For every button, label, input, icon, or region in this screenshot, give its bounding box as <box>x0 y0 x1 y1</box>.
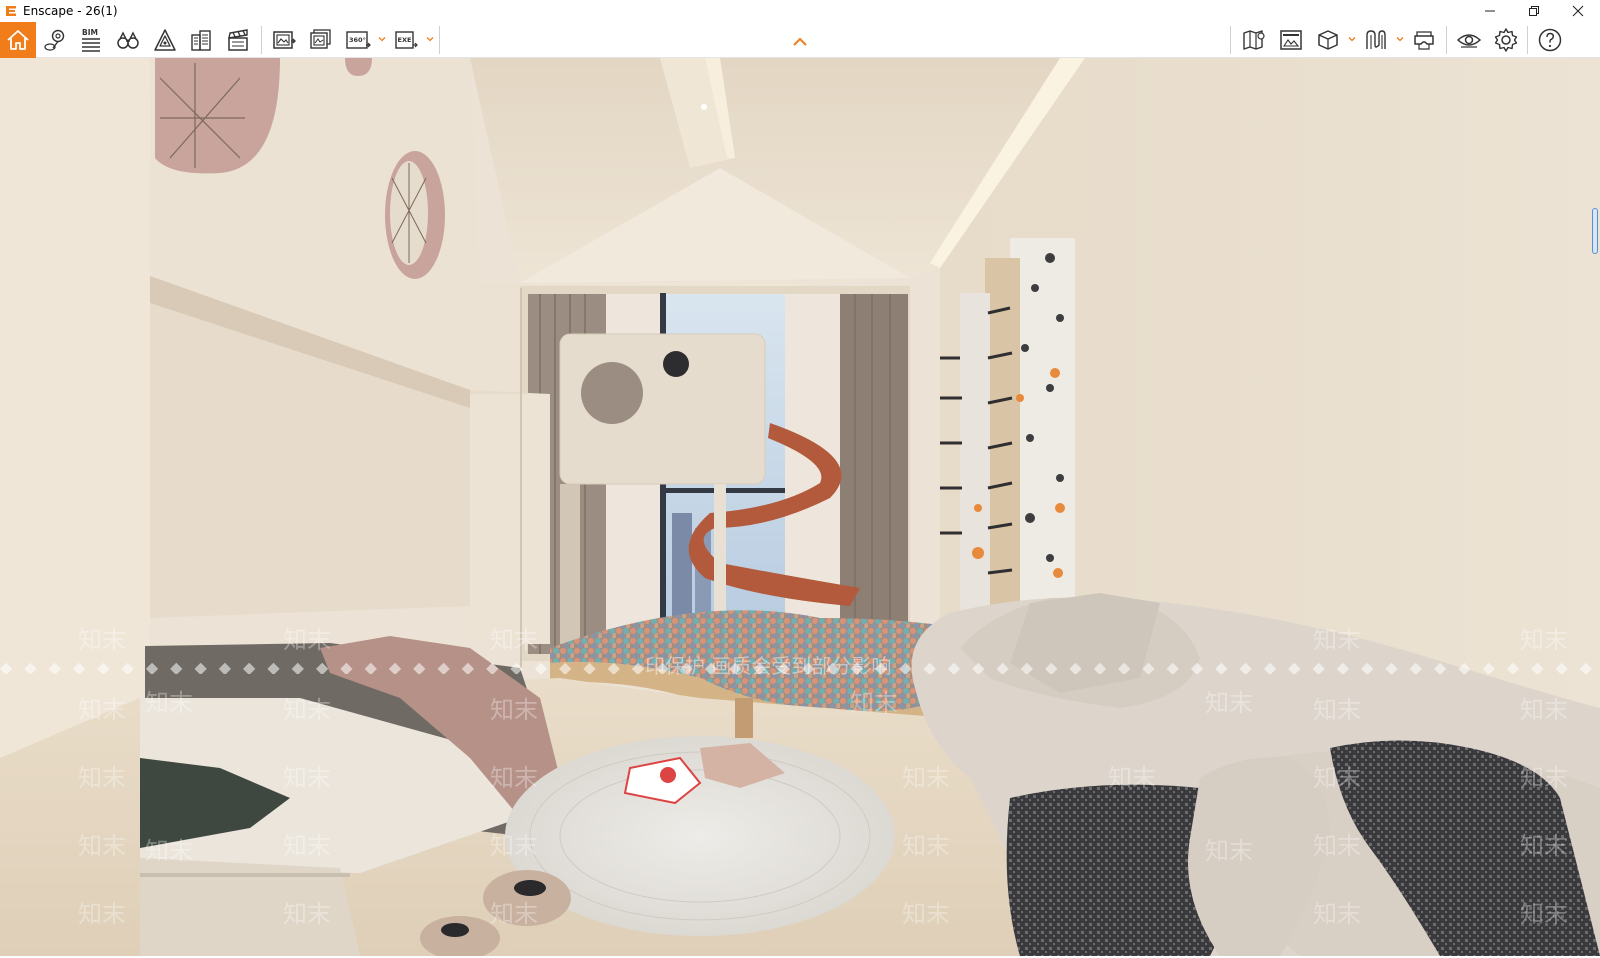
orthographic-button[interactable] <box>1310 22 1346 58</box>
help-icon <box>1538 28 1562 52</box>
batch-render-button[interactable] <box>302 22 338 58</box>
asset-library-button[interactable] <box>147 22 183 58</box>
video-editor-button[interactable] <box>220 22 256 58</box>
close-button[interactable] <box>1556 0 1600 22</box>
restore-icon <box>1529 6 1539 16</box>
site-context-button[interactable] <box>183 22 219 58</box>
minimize-icon <box>1485 10 1495 12</box>
chevron-down-icon[interactable] <box>1347 34 1357 44</box>
svg-text:360°: 360° <box>349 36 366 44</box>
toolbar-separator <box>1446 26 1447 54</box>
asset-library-icon <box>154 29 176 51</box>
binoculars-icon <box>117 31 139 49</box>
help-button[interactable] <box>1532 22 1568 58</box>
minimize-button[interactable] <box>1468 0 1512 22</box>
views-icon <box>1280 30 1302 50</box>
gear-icon <box>1494 28 1518 52</box>
panorama-button[interactable]: 360° <box>340 22 376 58</box>
clapperboard-icon <box>228 29 248 51</box>
buildings-icon <box>191 30 211 51</box>
toolbar-separator <box>439 26 440 54</box>
eye-icon <box>1456 34 1482 48</box>
vr-headset-button[interactable] <box>1406 22 1442 58</box>
toolbar-separator <box>1527 26 1528 54</box>
render-viewport[interactable]: ◆◆◆◆◆◆◆◆◆◆◆◆◆◆◆◆◆◆◆◆◆◆◆◆◆◆◆◆◆◆◆◆◆◆◆◆◆◆◆◆… <box>0 58 1600 956</box>
watermark-center-text: 印保护 画质会受到部分影响 <box>645 654 892 678</box>
toolbar-separator <box>261 26 262 54</box>
window-title: Enscape - 26(1) <box>23 4 118 18</box>
walk-mode-button[interactable] <box>110 22 146 58</box>
settings-button[interactable] <box>1488 22 1524 58</box>
location-button[interactable] <box>37 22 73 58</box>
viewport-scrollbar-thumb[interactable] <box>1592 208 1598 254</box>
panorama-360-icon: 360° <box>346 31 371 49</box>
chevron-down-icon[interactable] <box>425 34 435 44</box>
window-controls <box>1468 0 1600 22</box>
rendered-room-image <box>0 58 1600 956</box>
chevron-down-icon[interactable] <box>1395 34 1405 44</box>
batch-render-icon <box>310 29 331 49</box>
collapse-toolbar-chevron-up-icon[interactable] <box>791 36 809 48</box>
svg-text:BIM: BIM <box>82 28 98 37</box>
exe-export-icon: EXE <box>395 31 418 49</box>
views-button[interactable] <box>1273 22 1309 58</box>
svg-text:EXE: EXE <box>398 36 412 44</box>
home-icon <box>7 30 29 50</box>
map-pin-icon <box>44 29 65 51</box>
bim-list-icon: BIM <box>82 28 100 52</box>
main-toolbar: BIM 360° EXE <box>0 22 1600 58</box>
export-exe-button[interactable]: EXE <box>388 22 424 58</box>
screenshot-icon <box>273 31 296 49</box>
close-icon <box>1572 5 1584 17</box>
restore-button[interactable] <box>1512 0 1556 22</box>
chevron-down-icon[interactable] <box>377 34 387 44</box>
title-bar: Enscape - 26(1) <box>0 0 1600 22</box>
home-button[interactable] <box>0 22 36 58</box>
enscape-logo-icon <box>6 6 16 16</box>
toolbar-separator <box>1230 26 1231 54</box>
screenshot-button[interactable] <box>266 22 302 58</box>
materials-icon <box>1366 30 1386 49</box>
map-view-button[interactable] <box>1236 22 1272 58</box>
map-view-icon <box>1243 30 1265 50</box>
cube-icon <box>1318 30 1338 50</box>
bim-button[interactable]: BIM <box>73 22 109 58</box>
visual-settings-button[interactable] <box>1451 22 1487 58</box>
vr-headset-icon <box>1414 31 1434 50</box>
materials-button[interactable] <box>1358 22 1394 58</box>
